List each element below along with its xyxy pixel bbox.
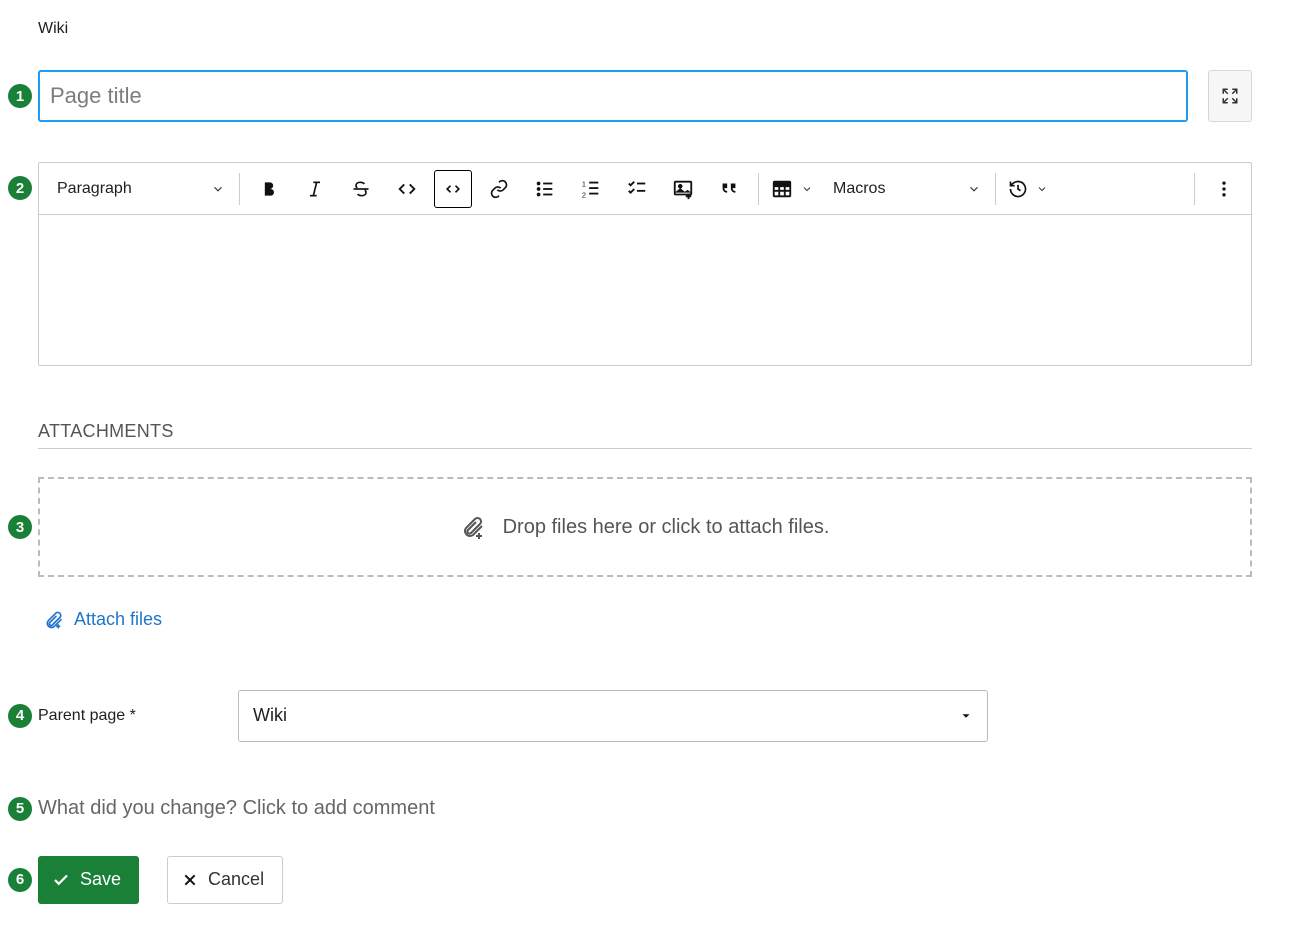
paragraph-style-select[interactable]: Paragraph	[43, 163, 233, 214]
table-icon	[771, 178, 793, 200]
strikethrough-icon	[351, 179, 371, 199]
chevron-down-icon	[967, 182, 981, 196]
link-icon	[489, 179, 509, 199]
toolbar-divider	[1194, 173, 1195, 205]
table-button[interactable]	[765, 178, 819, 200]
close-icon	[182, 872, 198, 888]
macros-label: Macros	[833, 180, 885, 198]
step-badge-3: 3	[8, 515, 32, 539]
svg-text:2: 2	[582, 190, 586, 199]
bullet-list-icon	[534, 178, 556, 200]
bullet-list-button[interactable]	[526, 170, 564, 208]
step-badge-4: 4	[8, 704, 32, 728]
toolbar-divider	[239, 173, 240, 205]
editor-content-area[interactable]	[39, 215, 1251, 365]
parent-page-selected-value: Wiki	[253, 705, 287, 726]
breadcrumb[interactable]: Wiki	[38, 20, 1252, 38]
save-label: Save	[80, 869, 121, 890]
numbered-list-button[interactable]: 12	[572, 170, 610, 208]
attachment-icon	[44, 610, 64, 630]
history-icon	[1008, 179, 1028, 199]
fullscreen-button[interactable]	[1208, 70, 1252, 122]
task-list-icon	[626, 178, 648, 200]
expand-icon	[1221, 87, 1239, 105]
step-badge-6: 6	[8, 868, 32, 892]
strikethrough-button[interactable]	[342, 170, 380, 208]
link-button[interactable]	[480, 170, 518, 208]
dropzone-text: Drop files here or click to attach files…	[503, 516, 830, 539]
rich-text-editor: Paragraph	[38, 162, 1252, 366]
attach-files-link[interactable]: Attach files	[44, 609, 162, 630]
attach-files-label: Attach files	[74, 609, 162, 630]
quote-icon	[718, 178, 740, 200]
step-badge-5: 5	[8, 797, 32, 821]
editor-toolbar: Paragraph	[39, 163, 1251, 215]
toolbar-divider	[758, 173, 759, 205]
image-icon	[672, 178, 694, 200]
attachment-icon	[461, 515, 485, 539]
italic-button[interactable]	[296, 170, 334, 208]
paragraph-label: Paragraph	[57, 180, 132, 198]
attachments-heading: ATTACHMENTS	[38, 421, 1252, 449]
parent-page-label-text: Parent page	[38, 707, 125, 725]
italic-icon	[305, 179, 325, 199]
step-badge-1: 1	[8, 84, 32, 108]
toolbar-divider	[995, 173, 996, 205]
save-button[interactable]: Save	[38, 856, 139, 904]
more-menu-button[interactable]	[1205, 170, 1243, 208]
inline-code-button[interactable]	[388, 170, 426, 208]
step-badge-2: 2	[8, 176, 32, 200]
history-button[interactable]	[1002, 179, 1054, 199]
parent-page-select[interactable]: Wiki	[238, 690, 988, 742]
svg-text:1: 1	[582, 179, 586, 188]
chevron-down-icon	[801, 183, 813, 195]
change-comment-input[interactable]: What did you change? Click to add commen…	[38, 797, 435, 820]
code-icon	[396, 178, 418, 200]
code-block-icon	[443, 179, 463, 199]
cancel-label: Cancel	[208, 869, 264, 890]
bold-icon	[259, 179, 279, 199]
required-asterisk: *	[130, 707, 136, 725]
task-list-button[interactable]	[618, 170, 656, 208]
attachments-dropzone[interactable]: Drop files here or click to attach files…	[38, 477, 1252, 577]
chevron-down-icon	[211, 182, 225, 196]
parent-page-label: Parent page *	[38, 707, 238, 725]
macros-select[interactable]: Macros	[819, 163, 989, 214]
bold-button[interactable]	[250, 170, 288, 208]
more-vertical-icon	[1214, 179, 1234, 199]
dropdown-caret-icon	[959, 709, 973, 723]
cancel-button[interactable]: Cancel	[167, 856, 283, 904]
page-title-input[interactable]	[38, 70, 1188, 122]
numbered-list-icon: 12	[580, 178, 602, 200]
chevron-down-icon	[1036, 183, 1048, 195]
quote-button[interactable]	[710, 170, 748, 208]
image-button[interactable]	[664, 170, 702, 208]
check-icon	[52, 871, 70, 889]
code-block-button[interactable]	[434, 170, 472, 208]
